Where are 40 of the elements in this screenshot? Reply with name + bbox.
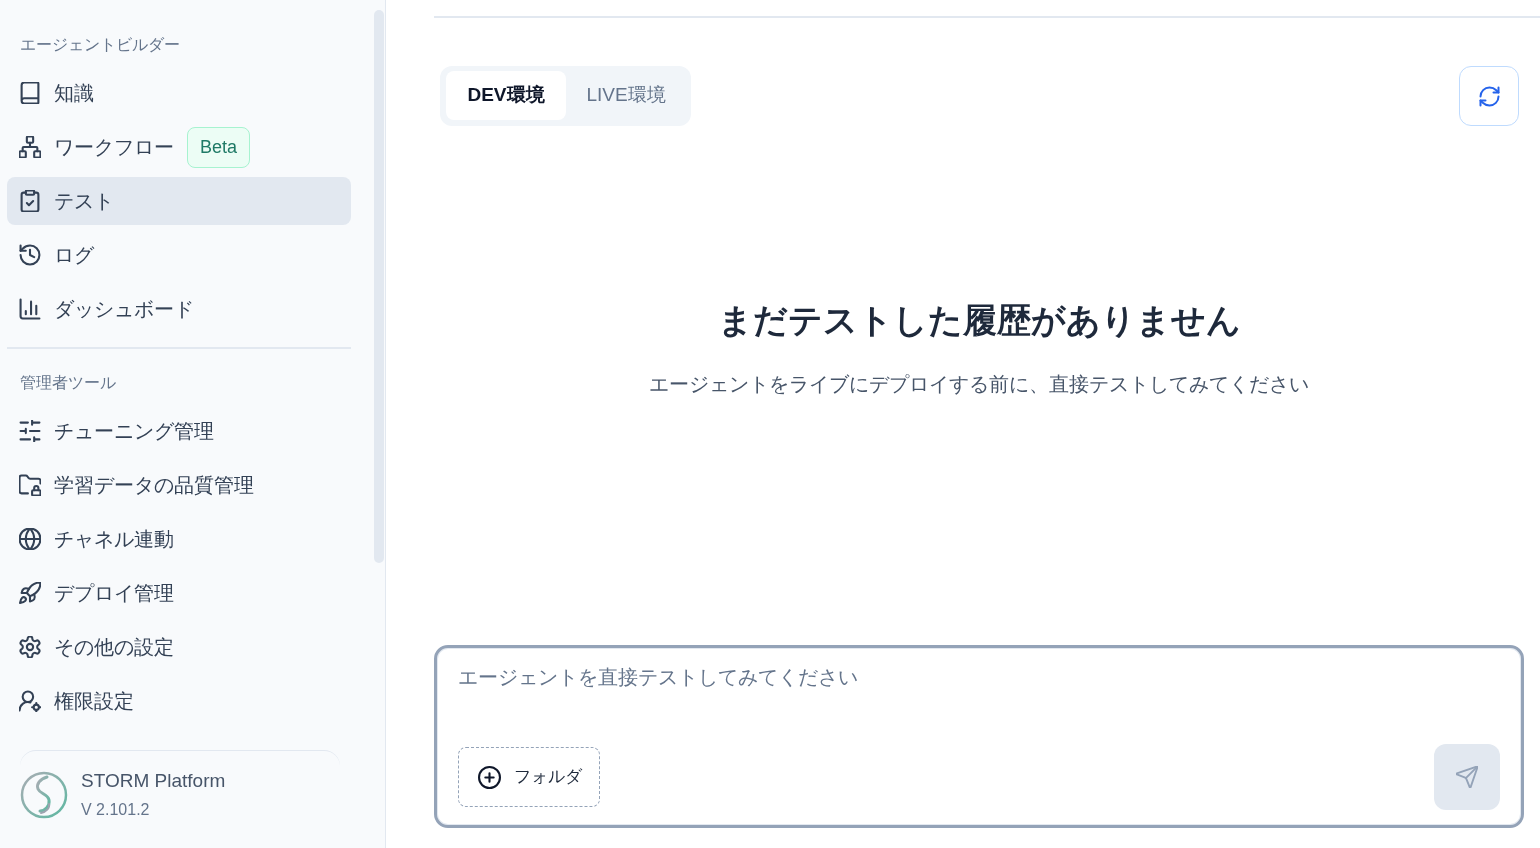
sidebar-item[interactable]: ダッシュボード [7,285,351,333]
send-icon [1456,766,1478,788]
sliders-icon [19,420,41,442]
sidebar-item[interactable]: チャネル連動 [7,515,351,563]
user-gear-icon [19,690,41,712]
book-icon [19,82,41,104]
swirl-logo [20,771,68,819]
environment-tab[interactable]: DEV環境 [446,71,566,120]
refresh-icon [1478,85,1500,107]
send-button[interactable] [1434,744,1500,810]
globe-icon [19,528,41,550]
plus-circle-icon [478,765,501,789]
sidebar-item[interactable]: チューニング管理 [7,407,351,455]
sidebar-item[interactable]: ワークフロー Beta [7,123,351,171]
sidebar-item[interactable]: 権限設定 [7,677,351,725]
rocket-icon [19,582,41,604]
version-text: V 2.101.2 [81,800,151,820]
sidebar-item[interactable]: ログ [7,231,351,279]
folder-lock-icon [19,474,41,496]
sidebar-item[interactable]: 学習データの品質管理 [7,461,351,509]
hierarchy-icon [19,136,41,158]
folder-button[interactable]: フォルダ [458,747,600,807]
sidebar-item[interactable]: 知識 [7,69,351,117]
history-icon [19,244,41,266]
section-title: エージェントビルダー [19,35,180,55]
refresh-button[interactable] [1459,66,1519,126]
sidebar-item[interactable]: デプロイ管理 [7,569,351,617]
sidebar-item[interactable]: テスト [7,177,351,225]
message-input[interactable]: エージェントを直接テストしてみてください [458,663,1500,744]
settings-icon [19,636,41,658]
message-composer[interactable]: エージェントを直接テストしてみてください フォルダ [434,645,1524,828]
section-title: 管理者ツール [19,373,116,393]
empty-state-message: エージェントをライブにデプロイする前に、直接テストしてみてください [649,372,1309,397]
sidebar-item[interactable]: その他の設定 [7,623,351,671]
environment-tab[interactable]: LIVE環境 [566,71,686,120]
clipboard-check-icon [19,190,41,212]
bar-chart-icon [19,298,41,320]
empty-state-title: まだテストした履歴がありません [717,300,1241,340]
status-badge: Beta [187,126,251,168]
platform-name: STORM Platform [81,769,226,793]
